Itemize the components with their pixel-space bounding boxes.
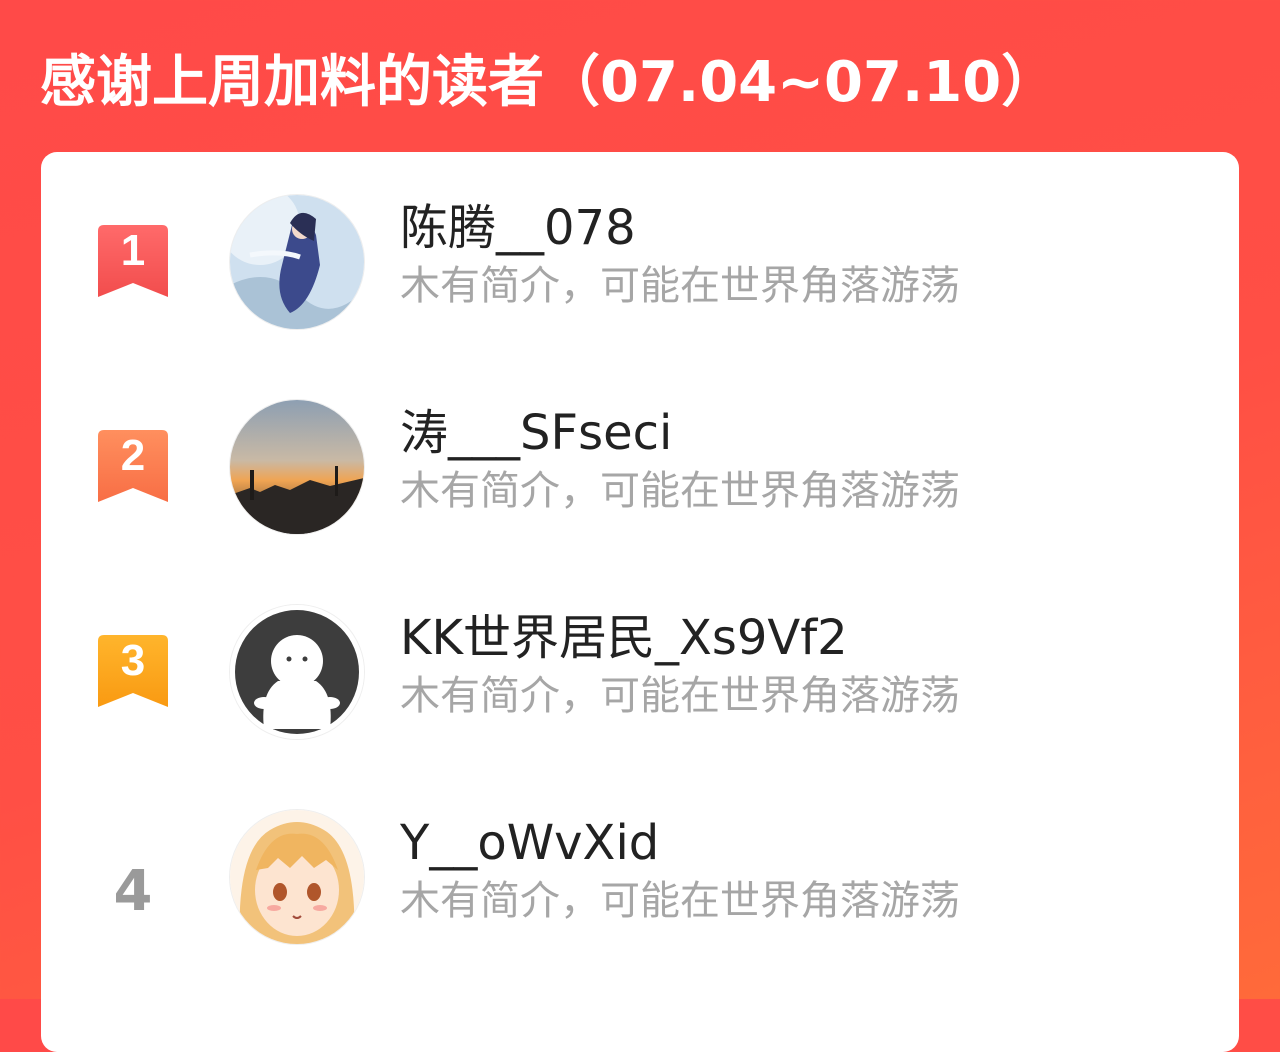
page-title: 感谢上周加料的读者（07.04~07.10） [40, 50, 1058, 115]
user-bio: 木有简介，可能在世界角落游荡 [400, 468, 960, 514]
leaderboard-card: 1 陈腾__078 木有简介，可能在世界角落游荡 2 涛___SFseci 木有… [41, 152, 1239, 1052]
user-avatar[interactable] [229, 604, 365, 740]
rank-ribbon-badge: 2 [98, 430, 168, 504]
list-item[interactable]: 3 KK世界居民_Xs9Vf2 木有简介，可能在世界角落游荡 [41, 562, 1239, 740]
user-name[interactable]: 陈腾__078 [400, 198, 636, 258]
rank-ribbon-badge: 3 [98, 635, 168, 709]
user-name[interactable]: 涛___SFseci [400, 403, 672, 463]
list-item[interactable]: 4 Y__oWvXid 木有简介，可能在世界角落游荡 [41, 767, 1239, 945]
user-name[interactable]: Y__oWvXid [400, 813, 659, 873]
user-name[interactable]: KK世界居民_Xs9Vf2 [400, 608, 848, 668]
list-item[interactable]: 2 涛___SFseci 木有简介，可能在世界角落游荡 [41, 357, 1239, 535]
user-bio: 木有简介，可能在世界角落游荡 [400, 673, 960, 719]
rank-number: 1 [121, 226, 145, 275]
user-bio: 木有简介，可能在世界角落游荡 [400, 878, 960, 924]
list-item[interactable]: 1 陈腾__078 木有简介，可能在世界角落游荡 [41, 152, 1239, 330]
rank-number: 3 [121, 636, 145, 685]
user-avatar[interactable] [229, 399, 365, 535]
user-avatar[interactable] [229, 194, 365, 330]
rank-ribbon-badge: 1 [98, 225, 168, 299]
rank-number: 4 [113, 859, 153, 924]
user-avatar[interactable] [229, 809, 365, 945]
rank-number: 2 [121, 431, 145, 480]
user-bio: 木有简介，可能在世界角落游荡 [400, 263, 960, 309]
